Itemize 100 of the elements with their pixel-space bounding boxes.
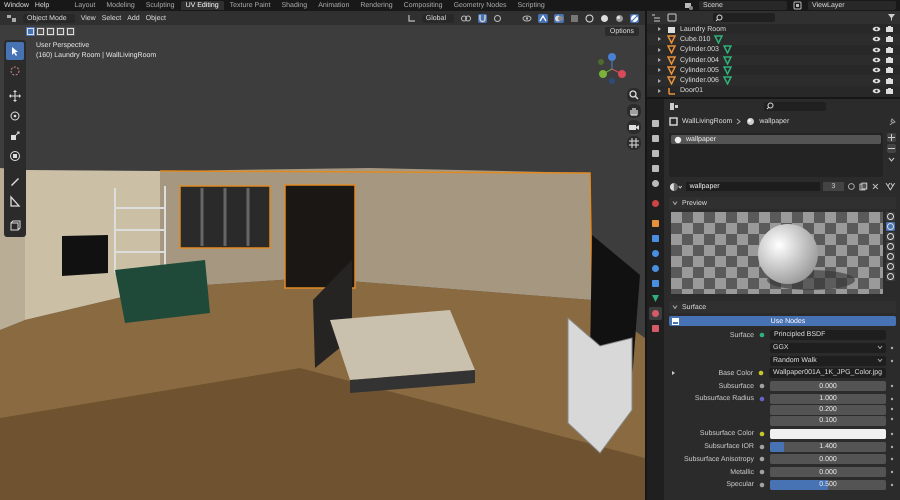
- minus-icon[interactable]: [887, 144, 896, 153]
- overlay-icon[interactable]: [554, 14, 564, 22]
- editor-type-icon[interactable]: [669, 102, 680, 110]
- keyframe-dot-icon[interactable]: [889, 416, 895, 422]
- filter-icon[interactable]: [667, 13, 678, 22]
- eye-icon[interactable]: [872, 46, 881, 54]
- expand-arrow-icon[interactable]: [671, 370, 677, 376]
- socket-dot-icon[interactable]: [758, 370, 764, 376]
- layers-icon[interactable]: [793, 1, 802, 10]
- properties-tab[interactable]: [649, 232, 662, 245]
- display-mode-icon[interactable]: [651, 13, 662, 22]
- eye-icon[interactable]: [872, 86, 881, 95]
- caret-icon: [672, 200, 678, 206]
- navigation-gizmo-icon[interactable]: [595, 52, 629, 86]
- funnel-icon[interactable]: [887, 13, 896, 22]
- keyframe-dot-icon[interactable]: [889, 383, 895, 390]
- grid-icon[interactable]: [627, 136, 641, 150]
- rotate-icon: [8, 109, 22, 123]
- color-swatch[interactable]: [770, 428, 886, 439]
- search-field[interactable]: [713, 13, 775, 22]
- properties-tab[interactable]: [649, 147, 662, 160]
- select-mode-icon[interactable]: [26, 27, 35, 36]
- camera-icon[interactable]: [885, 35, 894, 44]
- eye-icon[interactable]: [872, 25, 881, 34]
- properties-tab[interactable]: [649, 217, 662, 230]
- search-field[interactable]: [764, 102, 826, 110]
- circle-icon[interactable]: [493, 14, 502, 22]
- preview-shape-icon[interactable]: [886, 222, 895, 231]
- select-mode-icon[interactable]: [56, 27, 65, 36]
- hand-icon[interactable]: [627, 104, 641, 118]
- socket-dot-icon[interactable]: [759, 482, 765, 488]
- eye-icon[interactable]: [872, 66, 881, 74]
- caret-icon: [877, 345, 883, 350]
- tool-button[interactable]: [6, 42, 24, 60]
- preview-shape-icon[interactable]: [886, 252, 895, 261]
- plus-icon[interactable]: [887, 133, 896, 142]
- zoom-icon[interactable]: [627, 88, 641, 102]
- transform-icon: [8, 149, 22, 163]
- keyframe-dot-icon[interactable]: [889, 358, 895, 364]
- properties-tab[interactable]: [649, 117, 662, 130]
- camera-icon[interactable]: [885, 25, 894, 34]
- camera-icon[interactable]: [885, 86, 894, 95]
- select-mode-icon[interactable]: [46, 27, 55, 36]
- socket-dot-icon[interactable]: [759, 383, 765, 390]
- properties-tab[interactable]: [649, 322, 662, 335]
- properties-tab[interactable]: [649, 197, 662, 210]
- keyframe-dot-icon[interactable]: [889, 406, 895, 412]
- camera-icon[interactable]: [885, 56, 894, 64]
- keyframe-dot-icon[interactable]: [889, 344, 895, 351]
- preview-shape-icon[interactable]: [886, 232, 895, 241]
- properties-tab[interactable]: [649, 277, 662, 290]
- keyframe-dot-icon[interactable]: [889, 469, 895, 476]
- material-shading-icon[interactable]: [615, 14, 624, 22]
- preview-shape-icon[interactable]: [886, 212, 895, 221]
- properties-tab[interactable]: [649, 132, 662, 145]
- xray-icon[interactable]: [570, 14, 579, 22]
- camera-icon[interactable]: [885, 76, 894, 85]
- preview-shape-icon[interactable]: [886, 242, 895, 251]
- keyframe-dot-icon[interactable]: [889, 444, 895, 450]
- circle-icon: [651, 179, 660, 188]
- properties-tab[interactable]: [649, 247, 662, 260]
- keyframe-dot-icon[interactable]: [889, 430, 895, 437]
- select-mode-icon[interactable]: [66, 27, 75, 36]
- link-icon[interactable]: [460, 14, 472, 22]
- wireframe-shading-icon[interactable]: [585, 14, 594, 22]
- axes-icon[interactable]: [406, 14, 416, 22]
- camera-icon[interactable]: [885, 46, 894, 54]
- properties-tab[interactable]: [649, 162, 662, 175]
- duplicate-icon[interactable]: [858, 182, 868, 191]
- camera-icon[interactable]: [627, 120, 641, 134]
- camera-icon[interactable]: [885, 66, 894, 74]
- close-icon[interactable]: [870, 182, 880, 191]
- properties-tab[interactable]: [649, 177, 662, 190]
- fake-user-icon[interactable]: [847, 182, 856, 191]
- socket-dot-icon[interactable]: [759, 430, 765, 437]
- socket-dot-icon[interactable]: [759, 396, 765, 402]
- pin-icon[interactable]: [888, 116, 896, 126]
- socket-dot-icon[interactable]: [759, 469, 765, 476]
- eye-icon[interactable]: [872, 35, 881, 44]
- scene-icon[interactable]: [684, 1, 693, 10]
- rendered-shading-icon[interactable]: [630, 14, 639, 22]
- eye-icon[interactable]: [872, 76, 881, 85]
- eye-icon[interactable]: [522, 14, 532, 22]
- solid-shading-icon[interactable]: [600, 14, 609, 22]
- caret-icon[interactable]: [887, 155, 896, 164]
- magnet-icon[interactable]: [478, 14, 487, 22]
- material-browse-icon[interactable]: [669, 182, 683, 192]
- socket-dot-icon[interactable]: [759, 332, 765, 338]
- preview-shape-icon[interactable]: [886, 262, 895, 271]
- socket-dot-icon[interactable]: [759, 456, 765, 462]
- eye-icon[interactable]: [872, 56, 881, 64]
- keyframe-dot-icon[interactable]: [889, 482, 895, 488]
- properties-tab[interactable]: [649, 262, 662, 275]
- square-icon: [651, 219, 660, 228]
- select-mode-icon[interactable]: [36, 27, 45, 36]
- keyframe-dot-icon[interactable]: [889, 396, 895, 402]
- editor-type-icon[interactable]: [6, 14, 17, 22]
- preview-shape-icon[interactable]: [886, 272, 895, 281]
- socket-dot-icon[interactable]: [759, 444, 765, 450]
- keyframe-dot-icon[interactable]: [889, 456, 895, 462]
